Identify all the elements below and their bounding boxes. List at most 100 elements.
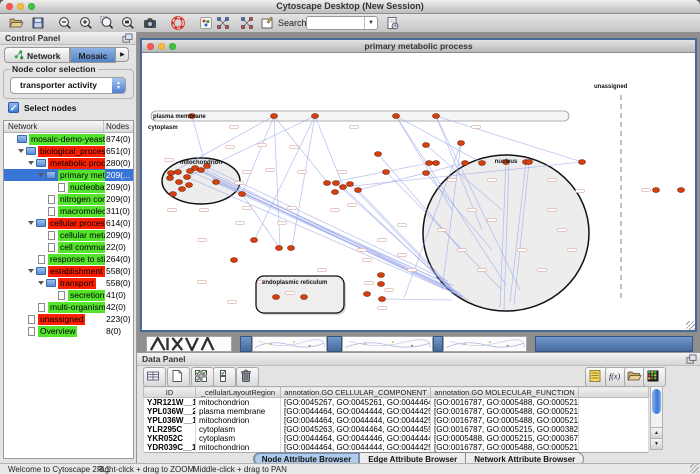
expand-arrow-icon[interactable] — [28, 221, 34, 225]
table-cell[interactable]: [GO:0005488, GO:0005215, GO:0003674] — [431, 434, 579, 443]
network-node[interactable] — [653, 188, 660, 193]
table-cell[interactable]: cytoplasm — [196, 434, 281, 443]
unselect-attributes-button[interactable] — [213, 367, 236, 387]
tree-row[interactable]: nucleobase-...209(0) — [4, 181, 133, 193]
network-node[interactable] — [276, 246, 283, 251]
network-node[interactable] — [458, 141, 465, 146]
tree-row[interactable]: secretion41(0) — [4, 289, 133, 301]
column-header[interactable]: annotation.GO MOLECULAR_FUNCTION — [431, 387, 579, 398]
table-cell[interactable]: YPL036W__2 — [144, 407, 196, 416]
expand-arrow-icon[interactable] — [18, 149, 24, 153]
window-border[interactable] — [327, 336, 342, 352]
zoom-in-icon[interactable] — [78, 15, 94, 31]
network-node[interactable] — [347, 182, 354, 187]
tree-row[interactable]: nitrogen compo...209(0) — [4, 193, 133, 205]
window-border[interactable] — [240, 336, 252, 352]
zoom-out-icon[interactable] — [57, 15, 73, 31]
table-cell[interactable]: [GO:0016787, GO:0005488, GO:0005215, G..… — [431, 416, 579, 425]
expand-arrow-icon[interactable] — [38, 173, 44, 177]
background-window[interactable] — [342, 336, 433, 352]
network-node[interactable] — [333, 181, 340, 186]
network-node[interactable] — [324, 181, 331, 186]
network-b-icon[interactable] — [239, 15, 255, 31]
float-panel-icon[interactable] — [686, 354, 697, 364]
table-scrollbar[interactable]: ▲ ▼ — [650, 386, 663, 450]
save-icon[interactable] — [30, 15, 46, 31]
table-button[interactable] — [143, 367, 166, 387]
tree-row[interactable]: multi-organism pro...42(0) — [4, 301, 133, 313]
network-window[interactable]: primary metabolic process plasma membran… — [140, 38, 697, 332]
dropdown-stepper-icon[interactable]: ▲▼ — [112, 78, 125, 93]
table-cell[interactable]: [GO:0044464, GO:0044444, GO:0044425, G..… — [281, 407, 431, 416]
network-a-icon[interactable] — [215, 15, 231, 31]
expand-arrow-icon[interactable] — [28, 161, 34, 165]
network-node[interactable] — [168, 171, 175, 176]
tab-network[interactable]: Network — [4, 47, 70, 63]
table-cell[interactable]: YPL036W__1 — [144, 416, 196, 425]
table-cell[interactable]: cytoplasm — [196, 425, 281, 434]
table-row[interactable]: YLR295Ccytoplasm[GO:0045263, GO:0044464,… — [144, 425, 649, 434]
tree-row[interactable]: establishment of lo...558(0) — [4, 265, 133, 277]
table-cell[interactable]: [GO:0045263, GO:0044464, GO:0044455, G..… — [281, 425, 431, 434]
column-header[interactable] — [579, 387, 649, 398]
tree-row[interactable]: cellular process614(0) — [4, 217, 133, 229]
network-node[interactable] — [312, 114, 319, 119]
table-cell[interactable]: plasma membrane — [196, 407, 281, 416]
zoom-fit-icon[interactable] — [120, 15, 136, 31]
node-color-dropdown[interactable]: transporter activity ▲▼ — [10, 77, 126, 94]
tree-column-network[interactable]: Network — [8, 122, 37, 131]
tree-column-nodes[interactable]: Nodes — [106, 122, 129, 131]
column-header[interactable]: annotation.GO CELLULAR_COMPONENT — [281, 387, 431, 398]
network-node[interactable] — [423, 143, 430, 148]
network-canvas[interactable]: plasma membranecytoplasmmitochondrionnuc… — [142, 53, 695, 330]
table-cell[interactable]: mitochondrion — [196, 398, 281, 408]
tree-row[interactable]: mosaic-demo-yeast874(0) — [4, 133, 133, 145]
network-node[interactable] — [393, 114, 400, 119]
table-cell[interactable]: [GO:0016787, GO:0005488, GO:0005215, G..… — [431, 407, 579, 416]
network-node[interactable] — [479, 161, 486, 166]
table-cell[interactable]: [GO:0016787, GO:0005488, GO:0005215, G..… — [431, 398, 579, 408]
tree-row[interactable]: transport558(0) — [4, 277, 133, 289]
search-dropdown-arrow-icon[interactable]: ▼ — [364, 17, 377, 29]
table-row[interactable]: YJR121W__1mitochondrion[GO:0045267, GO:0… — [144, 398, 649, 408]
network-node[interactable] — [170, 192, 177, 197]
tree-row[interactable]: primary metabo...209(... — [4, 169, 133, 181]
network-node[interactable] — [383, 170, 390, 175]
more-tabs-button[interactable]: ▶ — [116, 47, 129, 62]
table-cell[interactable]: [GO:0016787, GO:0005215, GO:0003824, G..… — [431, 425, 579, 434]
network-node[interactable] — [340, 185, 347, 190]
window-border[interactable] — [433, 336, 443, 352]
network-node[interactable] — [433, 161, 440, 166]
table-cell[interactable]: [GO:0044464, GO:0044444, GO:0044425, G..… — [281, 416, 431, 425]
table-row[interactable]: YPL036W__2plasma membrane[GO:0044464, GO… — [144, 407, 649, 416]
session-icon[interactable] — [384, 15, 400, 31]
matrix-button[interactable] — [643, 367, 666, 387]
network-node[interactable] — [179, 187, 186, 192]
tree-row[interactable]: macromolecule ...311(0) — [4, 205, 133, 217]
network-node[interactable] — [301, 295, 308, 300]
expand-arrow-icon[interactable] — [38, 281, 44, 285]
scrollbar-thumb[interactable] — [652, 389, 661, 414]
background-window[interactable] — [146, 336, 232, 352]
table-cell[interactable]: YKR052C — [144, 434, 196, 443]
network-node[interactable] — [378, 273, 385, 278]
network-window-titlebar[interactable]: primary metabolic process — [142, 40, 695, 53]
network-node[interactable] — [271, 114, 278, 119]
tree-row[interactable]: cell communicat...22(0) — [4, 241, 133, 253]
network-node[interactable] — [678, 188, 685, 193]
network-node[interactable] — [184, 175, 191, 180]
table-cell[interactable]: YLR295C — [144, 425, 196, 434]
table-cell[interactable]: YJR121W__1 — [144, 398, 196, 408]
table-cell[interactable]: [GO:0044464, GO:0044446, GO:0044444, G..… — [281, 434, 431, 443]
search-combobox[interactable]: ▼ — [306, 16, 378, 30]
network-node[interactable] — [288, 246, 295, 251]
tree-row[interactable]: cellular metabol...209(0) — [4, 229, 133, 241]
network-node[interactable] — [213, 180, 220, 185]
network-node[interactable] — [364, 292, 371, 297]
open-icon[interactable] — [8, 15, 24, 31]
snapshot-icon[interactable] — [142, 15, 158, 31]
float-panel-icon[interactable] — [122, 33, 133, 43]
background-windows-strip[interactable] — [137, 336, 700, 352]
network-node[interactable] — [423, 171, 430, 176]
frame-resize-grip-icon[interactable] — [686, 321, 695, 330]
